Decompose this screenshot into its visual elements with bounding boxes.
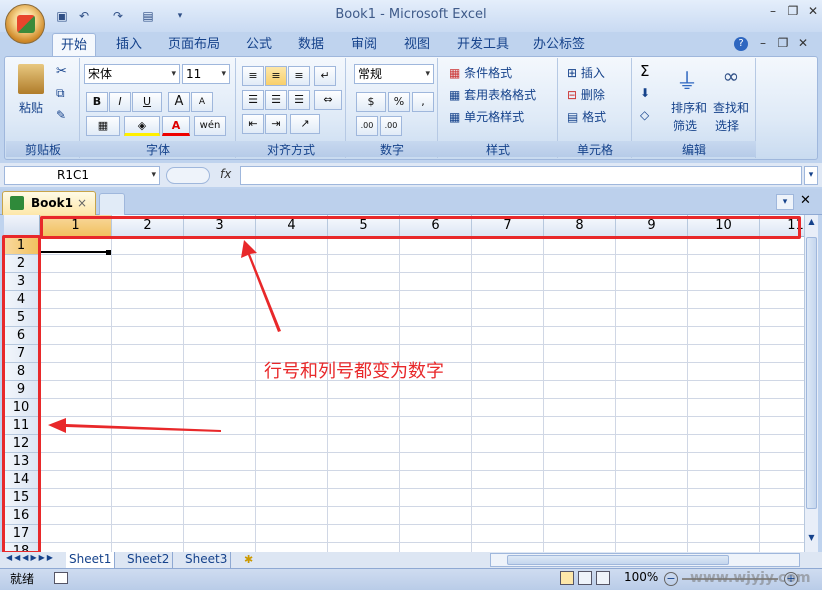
zoom-in-icon[interactable]: + — [784, 572, 798, 586]
normal-view-icon[interactable] — [560, 571, 574, 585]
page-break-view-icon[interactable] — [596, 571, 610, 585]
annotation-arrows — [48, 240, 281, 433]
page-layout-view-icon[interactable] — [578, 571, 592, 585]
office-logo-icon — [17, 15, 35, 33]
macro-record-icon[interactable] — [54, 572, 68, 584]
insert-sheet-icon[interactable]: ✱ — [244, 553, 253, 566]
sheet-tab-2[interactable]: Sheet2 — [124, 552, 174, 568]
horizontal-scroll-thumb[interactable] — [507, 555, 729, 565]
arrow-to-rows — [48, 418, 221, 433]
sheet-nav-icon[interactable]: ◀◀◀▶▶▶ — [6, 553, 55, 562]
horizontal-scrollbar[interactable] — [490, 553, 800, 567]
sheet-tab-3[interactable]: Sheet3 — [182, 552, 232, 568]
zoom-level[interactable]: 100% — [624, 570, 658, 584]
status-ready: 就绪 — [10, 572, 35, 586]
annotation-text: 行号和列号都变为数字 — [264, 361, 444, 382]
arrow-to-columns — [241, 240, 281, 332]
office-button[interactable] — [5, 4, 45, 44]
zoom-out-icon[interactable]: − — [664, 572, 678, 586]
sheet-tab-1[interactable]: Sheet1 — [66, 552, 116, 568]
